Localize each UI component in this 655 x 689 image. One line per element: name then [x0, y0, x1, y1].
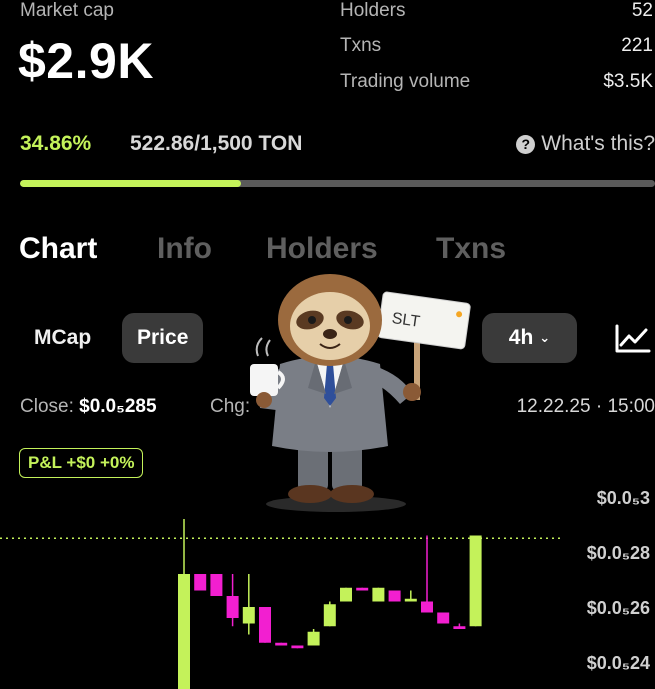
candle-body	[340, 587, 352, 602]
candle-body	[275, 642, 288, 646]
interval-dropdown[interactable]: 4h ⌄	[482, 313, 577, 363]
line-chart-icon	[615, 324, 651, 353]
y-tick-label: $0.0₅24	[587, 653, 650, 673]
close-label: Close:	[20, 396, 74, 417]
market-cap-value: $2.9K	[18, 33, 154, 89]
volume-label: Trading volume	[340, 71, 471, 92]
candle-body	[242, 607, 255, 624]
candle-body	[404, 598, 417, 602]
y-tick-label: $0.0₅26	[587, 598, 650, 618]
txns-label: Txns	[340, 35, 382, 56]
progress-bar-fill	[20, 180, 242, 187]
mcap-toggle[interactable]: MCap	[20, 313, 105, 363]
tab-chart[interactable]: Chart	[19, 232, 97, 266]
candle-body	[421, 601, 433, 613]
candle-body	[210, 574, 223, 596]
progress-amount: 522.86/1,500 TON	[130, 132, 303, 155]
chevron-down-icon: ⌄	[539, 330, 551, 346]
progress-percent: 34.86%	[20, 132, 92, 155]
close-price-info: Close: $0.0₅285	[20, 396, 157, 418]
candle-body	[372, 587, 385, 602]
whats-this-label: What's this?	[541, 132, 655, 155]
candle-body	[259, 607, 271, 643]
progress-bar	[20, 180, 655, 187]
candle-body	[469, 535, 482, 627]
candle-body	[226, 596, 239, 618]
tab-info[interactable]: Info	[157, 232, 212, 266]
candle-body	[356, 587, 369, 591]
market-cap-label: Market cap	[20, 0, 114, 21]
price-toggle[interactable]: Price	[122, 313, 204, 363]
candle-body	[437, 612, 450, 624]
candle-body	[291, 645, 304, 649]
interval-label: 4h	[508, 326, 534, 349]
whats-this-link[interactable]: ? What's this?	[516, 132, 655, 156]
candle-body	[194, 574, 207, 591]
close-value: $0.0₅285	[79, 396, 157, 417]
y-tick-label: $0.0₅3	[597, 488, 650, 508]
y-tick-label: $0.0₅28	[587, 543, 650, 563]
candle-body	[178, 574, 190, 689]
tab-txns[interactable]: Txns	[436, 232, 506, 266]
question-icon: ?	[516, 134, 536, 154]
candle-datetime: 12.22.25 · 15:00	[516, 396, 655, 417]
sloth-mascot-illustration: SLT	[250, 274, 471, 512]
holders-label: Holders	[340, 0, 406, 21]
chart-type-button[interactable]	[612, 318, 652, 358]
candle-body	[307, 631, 320, 646]
holders-value: 52	[631, 0, 653, 21]
candle-body	[453, 626, 466, 629]
txns-value: 221	[621, 35, 653, 56]
tab-holders[interactable]: Holders	[266, 232, 378, 266]
candle-body	[388, 590, 401, 602]
candle-body	[323, 604, 336, 627]
volume-value: $3.5K	[603, 71, 653, 92]
